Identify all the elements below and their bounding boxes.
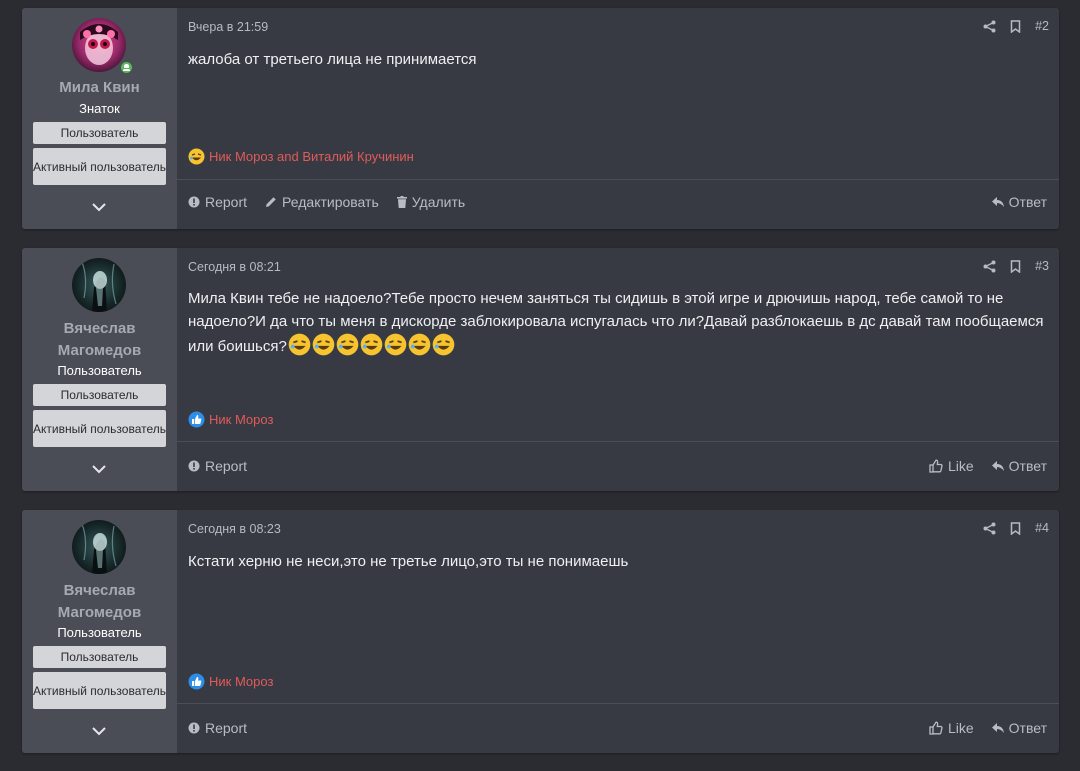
chevron-down-icon xyxy=(92,726,106,735)
user-title: Пользователь xyxy=(57,625,142,640)
share-icon[interactable] xyxy=(983,522,996,535)
post-body: жалоба от третьего лица не принимается xyxy=(188,51,477,68)
report-button[interactable]: Report xyxy=(188,458,247,474)
report-button[interactable]: Report xyxy=(188,194,247,210)
post-date[interactable]: Вчера в 21:59 xyxy=(188,20,268,34)
laughing-emoji-icon xyxy=(312,333,335,356)
post-actions: Report Like Ответ xyxy=(188,720,1047,736)
bookmark-icon[interactable] xyxy=(1010,19,1021,33)
alert-icon xyxy=(188,722,200,734)
alert-icon xyxy=(188,460,200,472)
reply-button[interactable]: Ответ xyxy=(991,194,1047,210)
divider xyxy=(177,703,1059,704)
divider xyxy=(177,441,1059,442)
expand-user-info-button[interactable] xyxy=(88,720,110,742)
like-label: Like xyxy=(947,458,974,474)
user-badge: Активный пользователь xyxy=(33,410,166,447)
laughing-emoji-icon xyxy=(288,333,311,356)
reply-label: Ответ xyxy=(1008,458,1047,474)
chevron-down-icon xyxy=(92,464,106,473)
post-4: Вячеслав Магомедов Пользователь Пользова… xyxy=(22,510,1059,753)
online-status-icon xyxy=(119,60,134,75)
avatar[interactable] xyxy=(72,18,126,72)
user-badge: Пользователь xyxy=(33,646,166,668)
post-meta-icons: #2 xyxy=(983,19,1049,33)
reply-label: Ответ xyxy=(1008,194,1047,210)
avatar[interactable] xyxy=(72,520,126,574)
alert-icon xyxy=(188,196,200,208)
post-actions: Report Like Ответ xyxy=(188,458,1047,474)
laughing-emoji-row xyxy=(287,333,455,356)
laughing-emoji-icon xyxy=(432,333,455,356)
user-title: Знаток xyxy=(79,101,120,116)
divider xyxy=(177,179,1059,180)
post-actions: Report Редактировать Удалить Ответ xyxy=(188,194,1047,210)
like-button[interactable]: Like xyxy=(929,720,974,736)
reactions-users[interactable]: Ник Мороз xyxy=(209,674,273,689)
edit-label: Редактировать xyxy=(282,194,379,210)
reply-icon xyxy=(991,460,1004,471)
laughing-emoji-icon xyxy=(336,333,359,356)
reactions-bar[interactable]: Ник Мороз xyxy=(188,411,273,428)
like-label: Like xyxy=(947,720,974,736)
thumbs-up-outline-icon xyxy=(929,721,943,735)
post-number[interactable]: #3 xyxy=(1035,259,1049,273)
avatar[interactable] xyxy=(72,258,126,312)
expand-user-info-button[interactable] xyxy=(88,458,110,480)
report-label: Report xyxy=(205,194,248,210)
username-link[interactable]: Мила Квин xyxy=(22,77,177,99)
reactions-bar[interactable]: Ник Мороз and Виталий Кручинин xyxy=(188,148,414,165)
user-info-panel: Вячеслав Магомедов Пользователь Пользова… xyxy=(22,248,177,491)
reply-button[interactable]: Ответ xyxy=(991,458,1047,474)
report-label: Report xyxy=(205,458,248,474)
like-button[interactable]: Like xyxy=(929,458,974,474)
username-link[interactable]: Вячеслав Магомедов xyxy=(22,318,177,362)
reply-icon xyxy=(991,196,1004,207)
laughing-emoji-icon xyxy=(408,333,431,356)
pencil-icon xyxy=(266,197,276,207)
reply-icon xyxy=(991,722,1004,733)
laughing-emoji-icon xyxy=(360,333,383,356)
report-button[interactable]: Report xyxy=(188,720,247,736)
user-badge: Активный пользователь xyxy=(33,672,166,709)
post-body: Мила Квин тебе не надоело?Тебе просто не… xyxy=(188,287,1048,358)
reactions-users[interactable]: Ник Мороз and Виталий Кручинин xyxy=(209,149,414,164)
username-link[interactable]: Вячеслав Магомедов xyxy=(22,580,177,624)
delete-label: Удалить xyxy=(411,194,466,210)
bookmark-icon[interactable] xyxy=(1010,521,1021,535)
trash-icon xyxy=(396,196,407,208)
user-badge: Пользователь xyxy=(33,384,166,406)
thumbs-up-outline-icon xyxy=(929,459,943,473)
chevron-down-icon xyxy=(92,202,106,211)
user-info-panel: Вячеслав Магомедов Пользователь Пользова… xyxy=(22,510,177,753)
post-3: Вячеслав Магомедов Пользователь Пользова… xyxy=(22,248,1059,491)
post-date[interactable]: Сегодня в 08:21 xyxy=(188,260,281,274)
user-title: Пользователь xyxy=(57,363,142,378)
bookmark-icon[interactable] xyxy=(1010,259,1021,273)
user-info-panel: Мила Квин Знаток Пользователь Активный п… xyxy=(22,8,177,229)
reactions-users[interactable]: Ник Мороз xyxy=(209,412,273,427)
post-2: Мила Квин Знаток Пользователь Активный п… xyxy=(22,8,1059,229)
reply-label: Ответ xyxy=(1008,720,1047,736)
post-body: Кстати херню не неси,это не третье лицо,… xyxy=(188,553,629,570)
post-meta-icons: #3 xyxy=(983,259,1049,273)
report-label: Report xyxy=(205,720,248,736)
edit-button[interactable]: Редактировать xyxy=(265,194,379,210)
thumbs-up-icon xyxy=(188,411,205,428)
user-badge: Активный пользователь xyxy=(33,148,166,185)
reply-button[interactable]: Ответ xyxy=(991,720,1047,736)
share-icon[interactable] xyxy=(983,20,996,33)
delete-button[interactable]: Удалить xyxy=(396,194,466,210)
post-number[interactable]: #4 xyxy=(1035,521,1049,535)
post-meta-icons: #4 xyxy=(983,521,1049,535)
user-badge: Пользователь xyxy=(33,122,166,144)
laughing-emoji-icon xyxy=(188,148,205,165)
laughing-emoji-icon xyxy=(384,333,407,356)
post-number[interactable]: #2 xyxy=(1035,19,1049,33)
share-icon[interactable] xyxy=(983,260,996,273)
post-date[interactable]: Сегодня в 08:23 xyxy=(188,522,281,536)
reactions-bar[interactable]: Ник Мороз xyxy=(188,673,273,690)
thumbs-up-icon xyxy=(188,673,205,690)
expand-user-info-button[interactable] xyxy=(88,196,110,218)
